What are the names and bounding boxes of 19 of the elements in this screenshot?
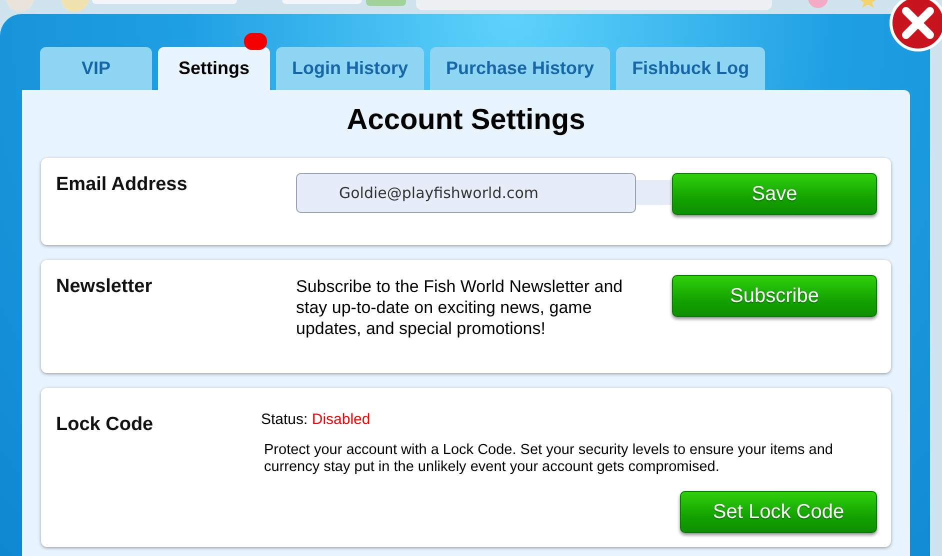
tab[interactable]: Login History xyxy=(276,47,424,90)
email-field[interactable]: Goldie@playfishworld.com xyxy=(296,173,636,213)
tab[interactable]: Fishbuck Log xyxy=(616,47,766,90)
close-icon xyxy=(889,0,942,52)
lock-status: Status: Disabled xyxy=(261,411,372,428)
section-label: Email Address xyxy=(56,174,188,196)
section-label: Lock Code xyxy=(56,414,154,436)
page-title: Account Settings xyxy=(346,104,586,137)
tab[interactable]: VIP xyxy=(40,47,152,90)
field-highlight xyxy=(636,180,671,205)
lock-code-description: Protect your account with a Lock Code. Set your security levels to ensure your items and currency stay put in the unlikely event your account gets compromised. xyxy=(264,442,834,476)
subscribe-button[interactable]: Subscribe xyxy=(672,275,877,317)
save-button[interactable]: Save xyxy=(672,173,877,215)
tab[interactable]: Settings xyxy=(158,47,270,90)
tab[interactable]: Purchase History xyxy=(430,47,610,90)
set-lock-code-button[interactable]: Set Lock Code xyxy=(680,491,877,533)
close-button[interactable] xyxy=(889,0,942,52)
newsletter-description: Subscribe to the Fish World Newsletter and stay up-to-date on exciting news, game updates, and special promotions! xyxy=(296,276,624,339)
section-label: Newsletter xyxy=(56,276,154,298)
